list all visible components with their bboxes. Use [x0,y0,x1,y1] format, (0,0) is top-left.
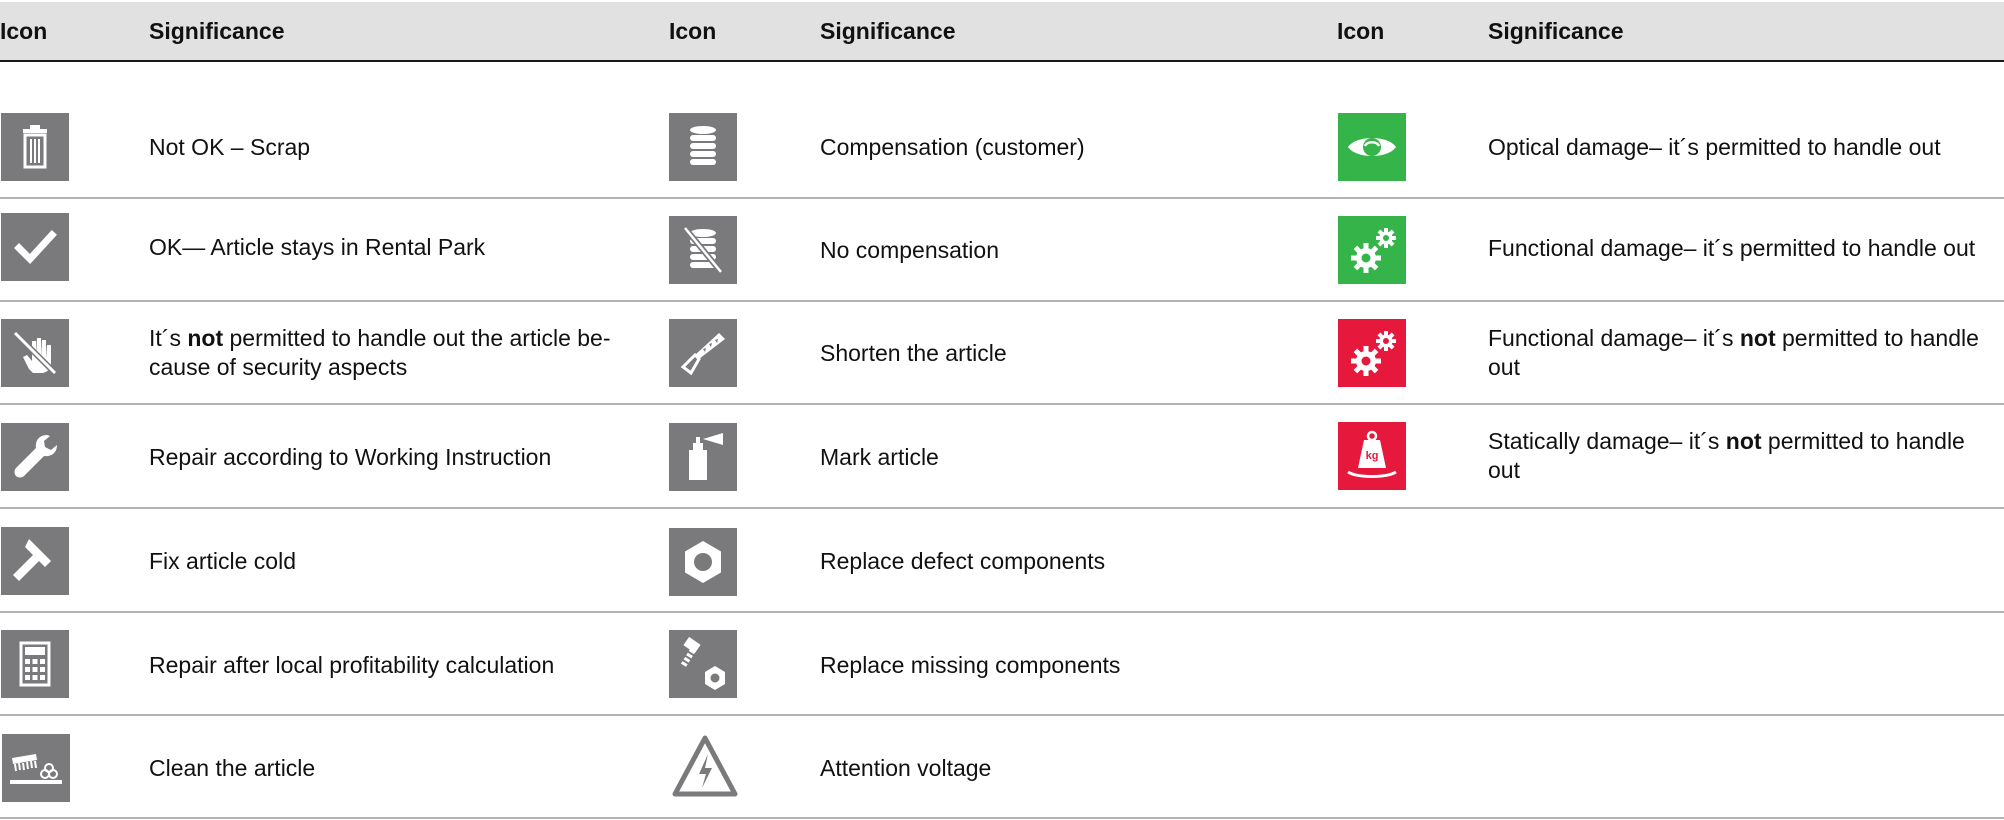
trash-can-icon [1,113,69,181]
no-hand-icon [1,319,69,387]
list-item: Shorten the article [669,302,1329,406]
eye-icon [1338,113,1406,181]
list-item: Repair after local profitability calcula… [1,613,661,717]
significance-text: Not OK – Scrap [149,95,310,199]
list-item: Replace defect components [669,509,1329,613]
text-bold: not [187,325,224,351]
header-icon-2: Icon [669,18,717,44]
significance-text: Functional damage– it´s not permitted to… [1488,302,2004,404]
text-part: Replace missing components [820,651,1121,678]
significance-text: Mark article [820,405,939,509]
hex-nut-icon [669,528,737,596]
significance-text: Functional damage– it´s permitted to han… [1488,199,1975,297]
significance-text: Replace defect components [820,509,1105,613]
list-item: Functional damage– it´s permitted to han… [1338,199,2002,303]
text-part: OK— Article stays in Rental Park [149,233,486,260]
significance-text: It´s not permitted to handle out the art… [149,302,649,404]
list-item: No compensation [669,199,1329,303]
saw-icon [669,319,737,387]
text-bold: not [1725,428,1762,454]
significance-text: Shorten the article [820,302,1007,404]
header-significance-2: Significance [820,18,956,44]
wrench-icon [1,423,69,491]
significance-text: Clean the article [149,716,315,820]
list-item: Repair according to Working Instruction [1,405,661,509]
gears-icon [1338,319,1406,387]
list-item: Clean the article [1,716,661,820]
spray-can-icon [669,423,737,491]
table-header: Icon Significance Icon Significance Icon… [0,2,2004,62]
bolt-and-nut-icon [669,630,737,698]
text-part: Fix article cold [149,547,296,574]
list-item: Optical damage– it´s permitted to handle… [1338,95,2002,199]
text-bold: not [1739,325,1776,351]
text-part: Repair according to Working Instruction [149,443,552,470]
significance-text: Repair after local profitability calcula… [149,613,554,717]
significance-text: Statically damage– it´s not permitted to… [1488,405,2003,507]
significance-text: Compensation (customer) [820,95,1085,199]
text-part: Attention voltage [820,754,992,781]
header-icon-3: Icon [1337,18,1385,44]
list-item: Mark article [669,405,1329,509]
list-item: Fix article cold [1,509,661,613]
significance-text: Optical damage– it´s permitted to handle… [1488,95,1941,199]
text-part: It´s [149,325,188,351]
icon-legend-table: Icon Significance Icon Significance Icon… [0,0,2004,819]
significance-text: Replace missing components [820,613,1120,717]
text-part: Repair after local profitability calcula… [149,651,555,678]
no-coins-icon [669,216,737,284]
hammer-icon [1,527,69,595]
list-item: kg Statically damage– it´s not permitted… [1338,405,2002,509]
significance-text: Repair according to Working Instruction [149,405,551,509]
text-part: Replace defect components [820,547,1106,574]
coin-stack-icon [669,113,737,181]
list-item: Not OK – Scrap [1,95,661,199]
cleaning-brush-icon [2,734,70,802]
header-significance-1: Significance [149,18,285,44]
list-item: Compensation (customer) [669,95,1329,199]
significance-text: Attention voltage [820,716,991,820]
text-part: No compensation [820,236,999,263]
text-part: Shorten the article [820,339,1007,366]
list-item: OK— Article stays in Rental Park [1,199,661,303]
significance-text: Fix article cold [149,509,296,613]
checkmark-icon [1,213,69,281]
calculator-icon [1,630,69,698]
list-item: Functional damage– it´s not permitted to… [1338,302,2002,406]
kg-weight-icon: kg [1338,422,1406,490]
text-part: Functional damage– it´s permitted to han… [1488,234,1976,261]
text-part: Statically damage– it´s [1488,428,1726,454]
significance-text: OK— Article stays in Rental Park [149,199,485,295]
list-item: It´s not permitted to handle out the art… [1,302,661,406]
list-item: Attention voltage [669,716,1329,820]
text-part: Compensation (customer) [820,133,1085,160]
text-part: Optical damage– it´s permitted to handle… [1488,133,1941,160]
list-item: Replace missing components [669,613,1329,717]
text-part: Functional damage– it´s [1488,325,1740,351]
text-part: Mark article [820,443,939,470]
svg-text:kg: kg [1366,450,1379,462]
header-icon-1: Icon [0,18,48,44]
text-part: Not OK – Scrap [149,133,311,160]
text-part: Clean the article [149,754,316,781]
voltage-warning-icon [671,732,739,800]
significance-text: No compensation [820,199,999,301]
header-significance-3: Significance [1488,18,1624,44]
gears-icon [1338,216,1406,284]
